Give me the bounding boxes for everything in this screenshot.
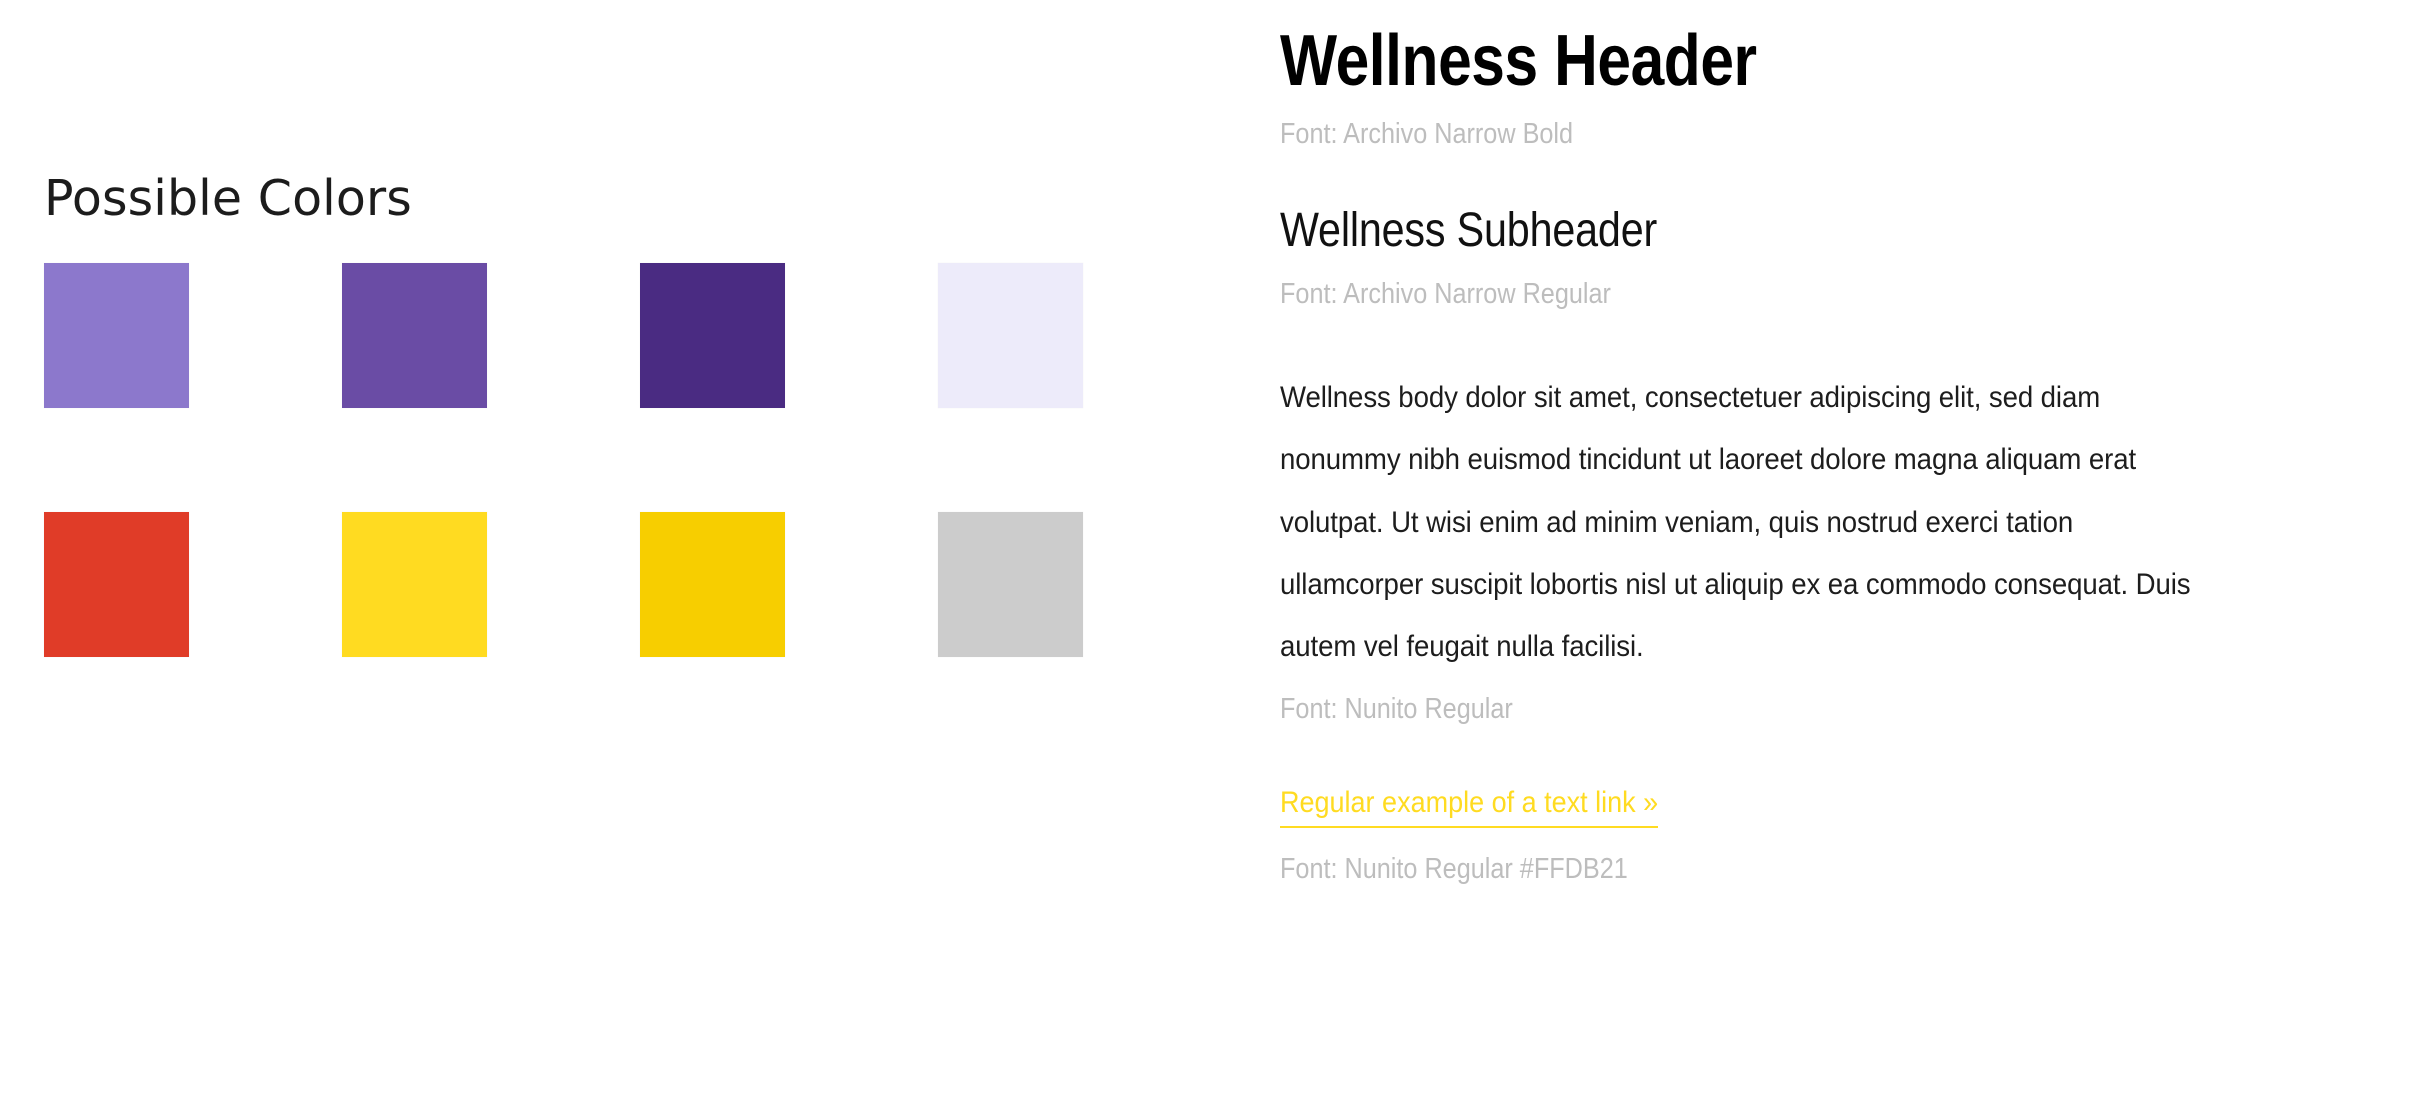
body-font-caption: Font: Nunito Regular — [1280, 692, 1513, 725]
header-block: Wellness Header Font: Archivo Narrow Bol… — [1280, 24, 2362, 152]
link-font-caption: Font: Nunito Regular #FFDB21 — [1280, 852, 1628, 885]
subheader-font-caption: Font: Archivo Narrow Regular — [1280, 277, 1611, 310]
swatch-cell — [44, 512, 342, 657]
swatch-gray[interactable] — [938, 512, 1083, 657]
example-text-link[interactable]: Regular example of a text link » — [1280, 783, 1659, 828]
swatch-pale-lavender[interactable] — [938, 263, 1083, 408]
swatch-cell — [342, 263, 640, 408]
swatch-cell — [938, 512, 1236, 657]
swatch-cell — [938, 263, 1236, 408]
swatch-medium-purple[interactable] — [342, 263, 487, 408]
body-block: Wellness body dolor sit amet, consectetu… — [1280, 367, 2362, 726]
swatch-bright-yellow[interactable] — [342, 512, 487, 657]
typography-panel: Wellness Header Font: Archivo Narrow Bol… — [1268, 0, 2422, 1096]
swatch-gold[interactable] — [640, 512, 785, 657]
swatch-dark-purple[interactable] — [640, 263, 785, 408]
swatch-red[interactable] — [44, 512, 189, 657]
swatch-light-purple[interactable] — [44, 263, 189, 408]
header-font-caption: Font: Archivo Narrow Bold — [1280, 117, 1574, 150]
style-guide-page: Possible Colors Wellness Header Font: Ar… — [0, 0, 2422, 1096]
wellness-body-text: Wellness body dolor sit amet, consectetu… — [1280, 381, 2191, 663]
wellness-header: Wellness Header — [1280, 21, 1757, 101]
swatch-cell — [640, 263, 938, 408]
swatch-cell — [342, 512, 640, 657]
wellness-subheader: Wellness Subheader — [1280, 203, 1658, 257]
swatch-row-purple — [44, 263, 1154, 408]
palette-title: Possible Colors — [44, 169, 412, 227]
subheader-block: Wellness Subheader Font: Archivo Narrow … — [1280, 203, 2362, 312]
swatch-grid — [44, 263, 1154, 657]
swatch-row-accent — [44, 512, 1154, 657]
swatch-cell — [640, 512, 938, 657]
link-block: Regular example of a text link » Font: N… — [1280, 783, 2362, 887]
swatch-cell — [44, 263, 342, 408]
color-palette-panel: Possible Colors — [0, 0, 1268, 1096]
